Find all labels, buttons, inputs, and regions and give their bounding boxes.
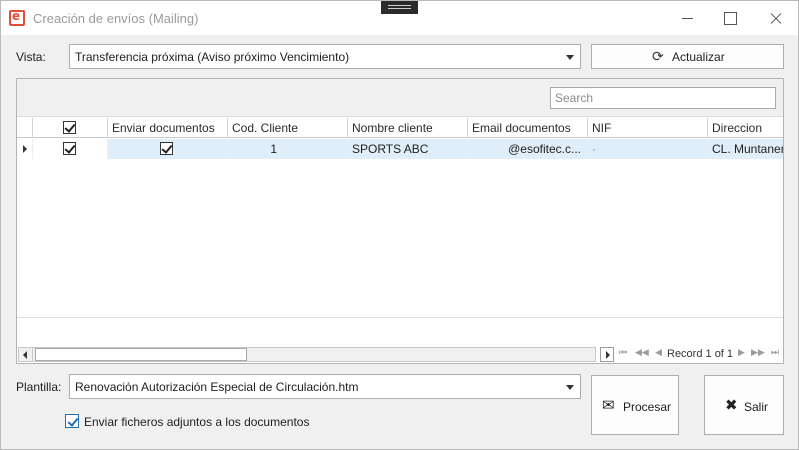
attach-files-label[interactable]: Enviar ficheros adjuntos a los documento…: [84, 415, 309, 429]
vista-label: Vista:: [16, 50, 46, 64]
search-input[interactable]: [550, 87, 776, 109]
scroll-right-button[interactable]: [600, 347, 614, 362]
chevron-down-icon: [566, 55, 574, 60]
first-record-icon[interactable]: ⏮: [619, 348, 627, 358]
chevron-down-icon: [566, 385, 574, 390]
column-header-enviar[interactable]: Enviar documentos: [108, 118, 228, 138]
mailing-window: e Creación de envíos (Mailing) Vista: Tr…: [0, 0, 799, 450]
record-navigator: ⏮ ◀◀ ◀ Record 1 of 1 ▶ ▶▶ ⏭: [600, 347, 783, 362]
row-select-checkbox[interactable]: [63, 142, 76, 155]
maximize-button[interactable]: [719, 7, 741, 29]
title-bar: e Creación de envíos (Mailing): [1, 1, 798, 35]
column-header-cod-cliente[interactable]: Cod. Cliente: [228, 118, 348, 138]
attach-files-checkbox[interactable]: [65, 414, 79, 428]
column-header-direccion[interactable]: Direccion: [708, 118, 783, 138]
refresh-label: Actualizar: [672, 50, 725, 64]
table-row[interactable]: 1 SPORTS ABC @esofitec.c... · CL. Muntan…: [17, 139, 783, 159]
row-indicator: [17, 139, 33, 159]
plantilla-label: Plantilla:: [16, 380, 62, 394]
select-all-header[interactable]: [33, 118, 108, 138]
refresh-button[interactable]: ⟳ Actualizar: [591, 44, 784, 69]
cell-email-documentos[interactable]: @esofitec.c...: [468, 139, 588, 159]
exit-label: Salir: [744, 400, 769, 414]
cell-nombre-cliente[interactable]: SPORTS ABC: [348, 139, 468, 159]
column-header-nif[interactable]: NIF: [588, 118, 708, 138]
vista-selected-value: Transferencia próxima (Aviso próximo Ven…: [75, 50, 350, 64]
horizontal-scrollbar[interactable]: [18, 347, 596, 362]
plantilla-selected-value: Renovación Autorización Especial de Circ…: [75, 380, 359, 394]
cell-enviar-documentos[interactable]: [108, 139, 228, 159]
select-all-checkbox[interactable]: [63, 121, 76, 134]
cell-nif[interactable]: ·: [588, 139, 708, 159]
vista-combo[interactable]: Transferencia próxima (Aviso próximo Ven…: [69, 44, 581, 69]
grid-footer-divider: [17, 317, 783, 318]
column-header-nombre[interactable]: Nombre cliente: [348, 118, 468, 138]
row-pointer-icon: [23, 145, 27, 153]
column-header-email[interactable]: Email documentos: [468, 118, 588, 138]
grid-header: Enviar documentos Cod. Cliente Nombre cl…: [17, 118, 783, 138]
close-window-button[interactable]: [765, 7, 787, 29]
last-record-icon[interactable]: ⏭: [771, 348, 779, 358]
next-page-icon[interactable]: ▶▶: [751, 348, 765, 358]
prev-record-icon[interactable]: ◀: [655, 348, 662, 358]
cell-cod-cliente[interactable]: 1: [228, 139, 348, 159]
next-record-icon[interactable]: ▶: [738, 348, 745, 358]
refresh-icon: ⟳: [652, 49, 664, 65]
process-label: Procesar: [623, 400, 672, 414]
record-counter: Record 1 of 1: [667, 348, 734, 360]
window-title: Creación de envíos (Mailing): [33, 11, 199, 26]
app-logo-icon: e: [9, 9, 25, 26]
process-button[interactable]: ✉ Procesar: [591, 375, 679, 435]
exit-button[interactable]: ✖ Salir: [704, 375, 784, 435]
row-select-cell[interactable]: [33, 139, 108, 159]
grid-toolbar: [17, 79, 783, 117]
prev-page-icon[interactable]: ◀◀: [635, 348, 649, 358]
data-grid: Enviar documentos Cod. Cliente Nombre cl…: [16, 78, 784, 364]
row-indicator-header: [17, 118, 33, 138]
scroll-left-button[interactable]: [19, 348, 33, 361]
plantilla-combo[interactable]: Renovación Autorización Especial de Circ…: [69, 374, 581, 399]
scrollbar-thumb[interactable]: [35, 348, 247, 361]
close-icon: ✖: [725, 396, 738, 414]
enviar-documentos-checkbox[interactable]: [160, 142, 173, 155]
envelope-icon: ✉: [602, 396, 615, 414]
drag-handle[interactable]: [381, 1, 418, 14]
cell-direccion[interactable]: CL. Muntaner: [708, 139, 783, 159]
minimize-button[interactable]: [677, 7, 699, 29]
